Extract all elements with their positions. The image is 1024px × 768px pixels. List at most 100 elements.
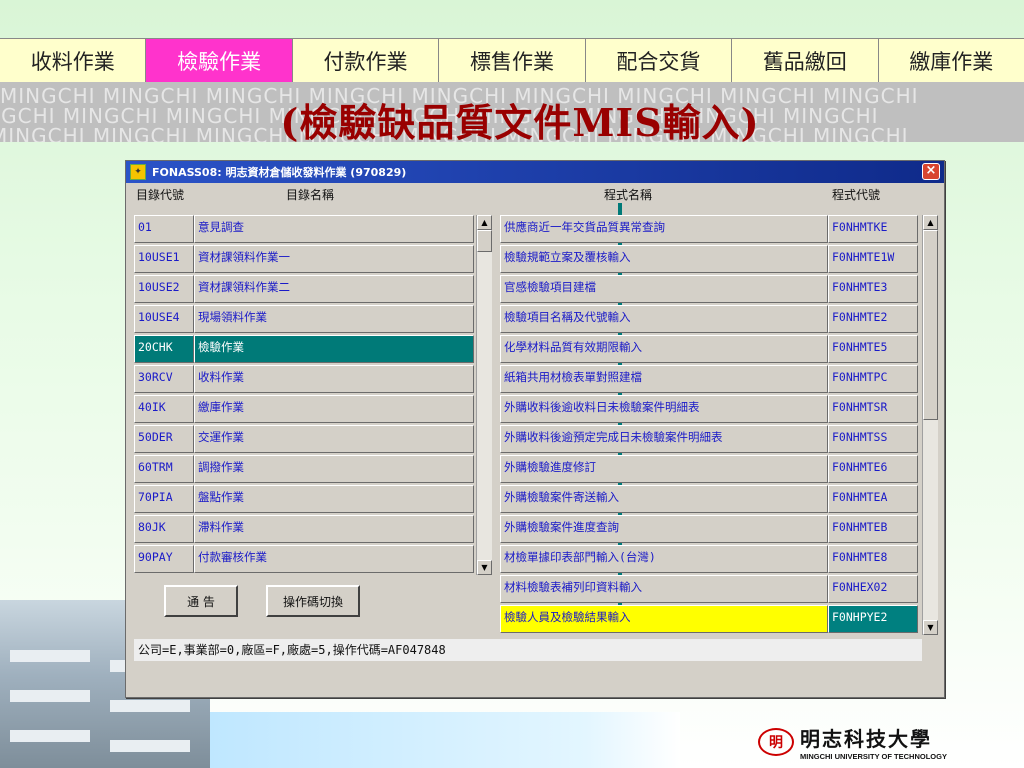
- directory-name: 交運作業: [194, 425, 474, 453]
- directory-code: 40IK: [134, 395, 194, 423]
- logo-mark-icon: 明: [758, 728, 794, 756]
- directory-scrollbar[interactable]: ▲ ▼: [476, 215, 492, 575]
- directory-name: 資材課領料作業一: [194, 245, 474, 273]
- directory-code: 10USE4: [134, 305, 194, 333]
- program-name: 檢驗規範立案及覆核輸入: [500, 245, 828, 273]
- arrow-up-icon[interactable]: ▲: [923, 215, 938, 230]
- program-row[interactable]: 檢驗規範立案及覆核輸入 F0NHMTE1W: [500, 245, 918, 273]
- program-row[interactable]: 檢驗項目名稱及代號輸入 F0NHMTE2: [500, 305, 918, 333]
- directory-row[interactable]: 50DER 交運作業: [134, 425, 474, 453]
- directory-row[interactable]: 30RCV 收料作業: [134, 365, 474, 393]
- program-code: F0NHMTE3: [828, 275, 918, 303]
- switch-operator-button[interactable]: 操作碼切換: [266, 585, 360, 617]
- logo-name-zh: 明志科技大學: [800, 727, 932, 751]
- program-name: 官感檢驗項目建檔: [500, 275, 828, 303]
- logo-name-en: MINGCHI UNIVERSITY OF TECHNOLOGY: [800, 752, 947, 761]
- program-scrollbar[interactable]: ▲ ▼: [922, 215, 938, 635]
- program-row[interactable]: 檢驗人員及檢驗結果輸入 F0NHPYE2: [500, 605, 918, 633]
- program-name: 檢驗項目名稱及代號輸入: [500, 305, 828, 333]
- arrow-up-icon[interactable]: ▲: [477, 215, 492, 230]
- directory-code: 90PAY: [134, 545, 194, 573]
- directory-name: 現場領料作業: [194, 305, 474, 333]
- directory-row[interactable]: 10USE1 資材課領料作業一: [134, 245, 474, 273]
- program-code: F0NHMTE2: [828, 305, 918, 333]
- nav-tab-6[interactable]: 繳庫作業: [879, 39, 1024, 83]
- arrow-down-icon[interactable]: ▼: [923, 620, 938, 635]
- bottom-decor-strip: [210, 712, 680, 768]
- program-code: F0NHMTE8: [828, 545, 918, 573]
- program-row[interactable]: 材檢單據印表部門輸入(台灣) F0NHMTE8: [500, 545, 918, 573]
- directory-row[interactable]: 10USE4 現場領料作業: [134, 305, 474, 333]
- nav-tab-5[interactable]: 舊品繳回: [732, 39, 879, 83]
- program-row[interactable]: 外購收料後逾預定完成日未檢驗案件明細表 F0NHMTSS: [500, 425, 918, 453]
- directory-name: 檢驗作業: [194, 335, 474, 363]
- directory-code: 50DER: [134, 425, 194, 453]
- nav-tab-1[interactable]: 檢驗作業: [146, 39, 293, 83]
- program-row[interactable]: 供應商近一年交貨品質異常查詢 F0NHMTKE: [500, 215, 918, 243]
- program-code: F0NHMTKE: [828, 215, 918, 243]
- status-bar: 公司=E,事業部=0,廠區=F,廠處=5,操作代碼=AF047848: [134, 639, 922, 661]
- nav-tab-0[interactable]: 收料作業: [0, 39, 147, 83]
- directory-name: 付款審核作業: [194, 545, 474, 573]
- directory-name: 意見調查: [194, 215, 474, 243]
- directory-scroll-thumb[interactable]: [477, 230, 492, 252]
- directory-code: 70PIA: [134, 485, 194, 513]
- window-title: FONASS08: 明志資材倉儲收發料作業 (970829): [152, 166, 407, 179]
- arrow-down-icon[interactable]: ▼: [477, 560, 492, 575]
- col-header-dir-name: 目錄名稱: [286, 188, 335, 202]
- program-name: 外購收料後逾收料日未檢驗案件明細表: [500, 395, 828, 423]
- nav-tab-4[interactable]: 配合交貨: [586, 39, 733, 83]
- window-titlebar[interactable]: ✦ FONASS08: 明志資材倉儲收發料作業 (970829) ×: [126, 161, 944, 183]
- program-code: F0NHMTPC: [828, 365, 918, 393]
- directory-code: 60TRM: [134, 455, 194, 483]
- directory-code: 80JK: [134, 515, 194, 543]
- program-row[interactable]: 外購檢驗進度修訂 F0NHMTE6: [500, 455, 918, 483]
- program-row[interactable]: 化學材料品質有效期限輸入 F0NHMTE5: [500, 335, 918, 363]
- directory-name: 資材課領料作業二: [194, 275, 474, 303]
- directory-code: 01: [134, 215, 194, 243]
- program-code: F0NHPYE2: [828, 605, 918, 633]
- directory-name: 收料作業: [194, 365, 474, 393]
- col-header-prog-name: 程式名稱: [604, 188, 653, 202]
- col-header-prog-code: 程式代號: [832, 188, 881, 202]
- directory-code: 10USE1: [134, 245, 194, 273]
- top-nav: 收料作業 檢驗作業 付款作業 標售作業 配合交貨 舊品繳回 繳庫作業: [0, 38, 1024, 84]
- program-code: F0NHMTSR: [828, 395, 918, 423]
- program-code: F0NHEX02: [828, 575, 918, 603]
- directory-row[interactable]: 80JK 滯料作業: [134, 515, 474, 543]
- program-row[interactable]: 外購檢驗案件進度查詢 F0NHMTEB: [500, 515, 918, 543]
- col-header-dir-code: 目錄代號: [136, 188, 185, 202]
- nav-tab-3[interactable]: 標售作業: [439, 39, 586, 83]
- directory-row[interactable]: 70PIA 盤點作業: [134, 485, 474, 513]
- directory-row[interactable]: 01 意見調查: [134, 215, 474, 243]
- program-row[interactable]: 外購收料後逾收料日未檢驗案件明細表 F0NHMTSR: [500, 395, 918, 423]
- program-name: 外購檢驗案件進度查詢: [500, 515, 828, 543]
- directory-row[interactable]: 40IK 繳庫作業: [134, 395, 474, 423]
- program-name: 檢驗人員及檢驗結果輸入: [500, 605, 828, 633]
- program-row[interactable]: 紙箱共用材檢表單對照建檔 F0NHMTPC: [500, 365, 918, 393]
- directory-row[interactable]: 60TRM 調撥作業: [134, 455, 474, 483]
- directory-code: 10USE2: [134, 275, 194, 303]
- program-code: F0NHMTE5: [828, 335, 918, 363]
- page-headline: (檢驗缺品質文件MIS輸入): [280, 100, 760, 145]
- directory-row[interactable]: 20CHK 檢驗作業: [134, 335, 474, 363]
- directory-name: 繳庫作業: [194, 395, 474, 423]
- program-scroll-thumb[interactable]: [923, 230, 938, 420]
- nav-tab-2[interactable]: 付款作業: [293, 39, 440, 83]
- program-code: F0NHMTEA: [828, 485, 918, 513]
- application-icon: ✦: [130, 164, 146, 180]
- directory-row[interactable]: 10USE2 資材課領料作業二: [134, 275, 474, 303]
- program-name: 外購收料後逾預定完成日未檢驗案件明細表: [500, 425, 828, 453]
- directory-row[interactable]: 90PAY 付款審核作業: [134, 545, 474, 573]
- program-name: 材料檢驗表補列印資料輸入: [500, 575, 828, 603]
- program-row[interactable]: 官感檢驗項目建檔 F0NHMTE3: [500, 275, 918, 303]
- program-row[interactable]: 材料檢驗表補列印資料輸入 F0NHEX02: [500, 575, 918, 603]
- program-code: F0NHMTE1W: [828, 245, 918, 273]
- notice-button[interactable]: 通 告: [164, 585, 238, 617]
- directory-code: 20CHK: [134, 335, 194, 363]
- university-logo: 明 明志科技大學 MINGCHI UNIVERSITY OF TECHNOLOG…: [758, 722, 1008, 762]
- directory-code: 30RCV: [134, 365, 194, 393]
- directory-name: 調撥作業: [194, 455, 474, 483]
- close-icon[interactable]: ×: [922, 163, 940, 180]
- program-row[interactable]: 外購檢驗案件寄送輸入 F0NHMTEA: [500, 485, 918, 513]
